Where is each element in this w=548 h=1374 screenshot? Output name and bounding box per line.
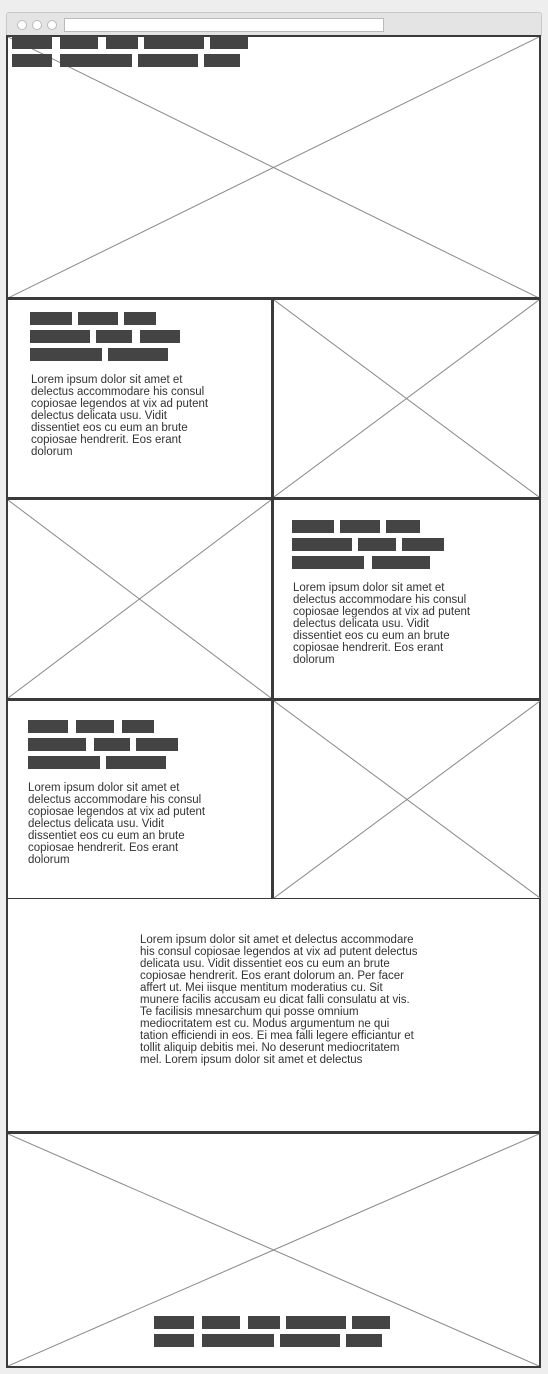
nav-item[interactable] xyxy=(106,36,138,49)
image-placeholder xyxy=(274,300,539,497)
footer-link[interactable] xyxy=(280,1334,340,1347)
heading-block xyxy=(96,330,132,343)
heading-block xyxy=(372,556,430,569)
window-maximize-dot[interactable] xyxy=(47,20,57,30)
footer-link[interactable] xyxy=(248,1316,280,1329)
heading-block xyxy=(28,756,100,769)
browser-toolbar xyxy=(6,12,542,36)
image-placeholder xyxy=(8,500,271,698)
heading-block xyxy=(28,738,86,751)
heading-block xyxy=(30,312,72,325)
nav-item[interactable] xyxy=(60,54,132,67)
nav-item[interactable] xyxy=(12,54,52,67)
heading-block xyxy=(340,520,380,533)
footer-link[interactable] xyxy=(154,1316,194,1329)
nav-item[interactable] xyxy=(12,36,52,49)
heading-block xyxy=(358,538,396,551)
section-body-text: Lorem ipsum dolor sit amet et delectus a… xyxy=(31,374,209,458)
heading-block xyxy=(140,330,180,343)
nav-item[interactable] xyxy=(210,36,248,49)
address-bar[interactable] xyxy=(64,18,384,32)
footer-link[interactable] xyxy=(352,1316,390,1329)
footer-link[interactable] xyxy=(346,1334,382,1347)
heading-block xyxy=(106,756,166,769)
heading-block xyxy=(76,720,114,733)
nav-item[interactable] xyxy=(144,36,204,49)
footer-link[interactable] xyxy=(286,1316,346,1329)
heading-block xyxy=(292,556,364,569)
section-body-text: Lorem ipsum dolor sit amet et delectus a… xyxy=(293,582,471,666)
nav-item[interactable] xyxy=(204,54,240,67)
nav-item[interactable] xyxy=(138,54,198,67)
nav-item[interactable] xyxy=(60,36,98,49)
footer-link[interactable] xyxy=(154,1334,194,1347)
window-minimize-dot[interactable] xyxy=(32,20,42,30)
heading-block xyxy=(402,538,444,551)
heading-block xyxy=(78,312,118,325)
heading-block xyxy=(30,330,90,343)
heading-block xyxy=(108,348,168,361)
image-placeholder xyxy=(274,701,540,898)
footer-link[interactable] xyxy=(202,1316,240,1329)
window-close-dot[interactable] xyxy=(17,20,27,30)
section-body-text: Lorem ipsum dolor sit amet et delectus a… xyxy=(28,782,206,866)
heading-block xyxy=(122,720,154,733)
heading-block xyxy=(136,738,178,751)
heading-block xyxy=(94,738,130,751)
main-body-text: Lorem ipsum dolor sit amet et delectus a… xyxy=(140,934,418,1066)
footer-image-placeholder xyxy=(8,1134,539,1366)
heading-block xyxy=(30,348,102,361)
heading-block xyxy=(292,520,334,533)
section-divider xyxy=(6,898,541,899)
heading-block xyxy=(386,520,420,533)
heading-block xyxy=(124,312,156,325)
footer-link[interactable] xyxy=(202,1334,274,1347)
hero-image-placeholder xyxy=(8,37,539,298)
heading-block xyxy=(28,720,68,733)
heading-block xyxy=(292,538,352,551)
